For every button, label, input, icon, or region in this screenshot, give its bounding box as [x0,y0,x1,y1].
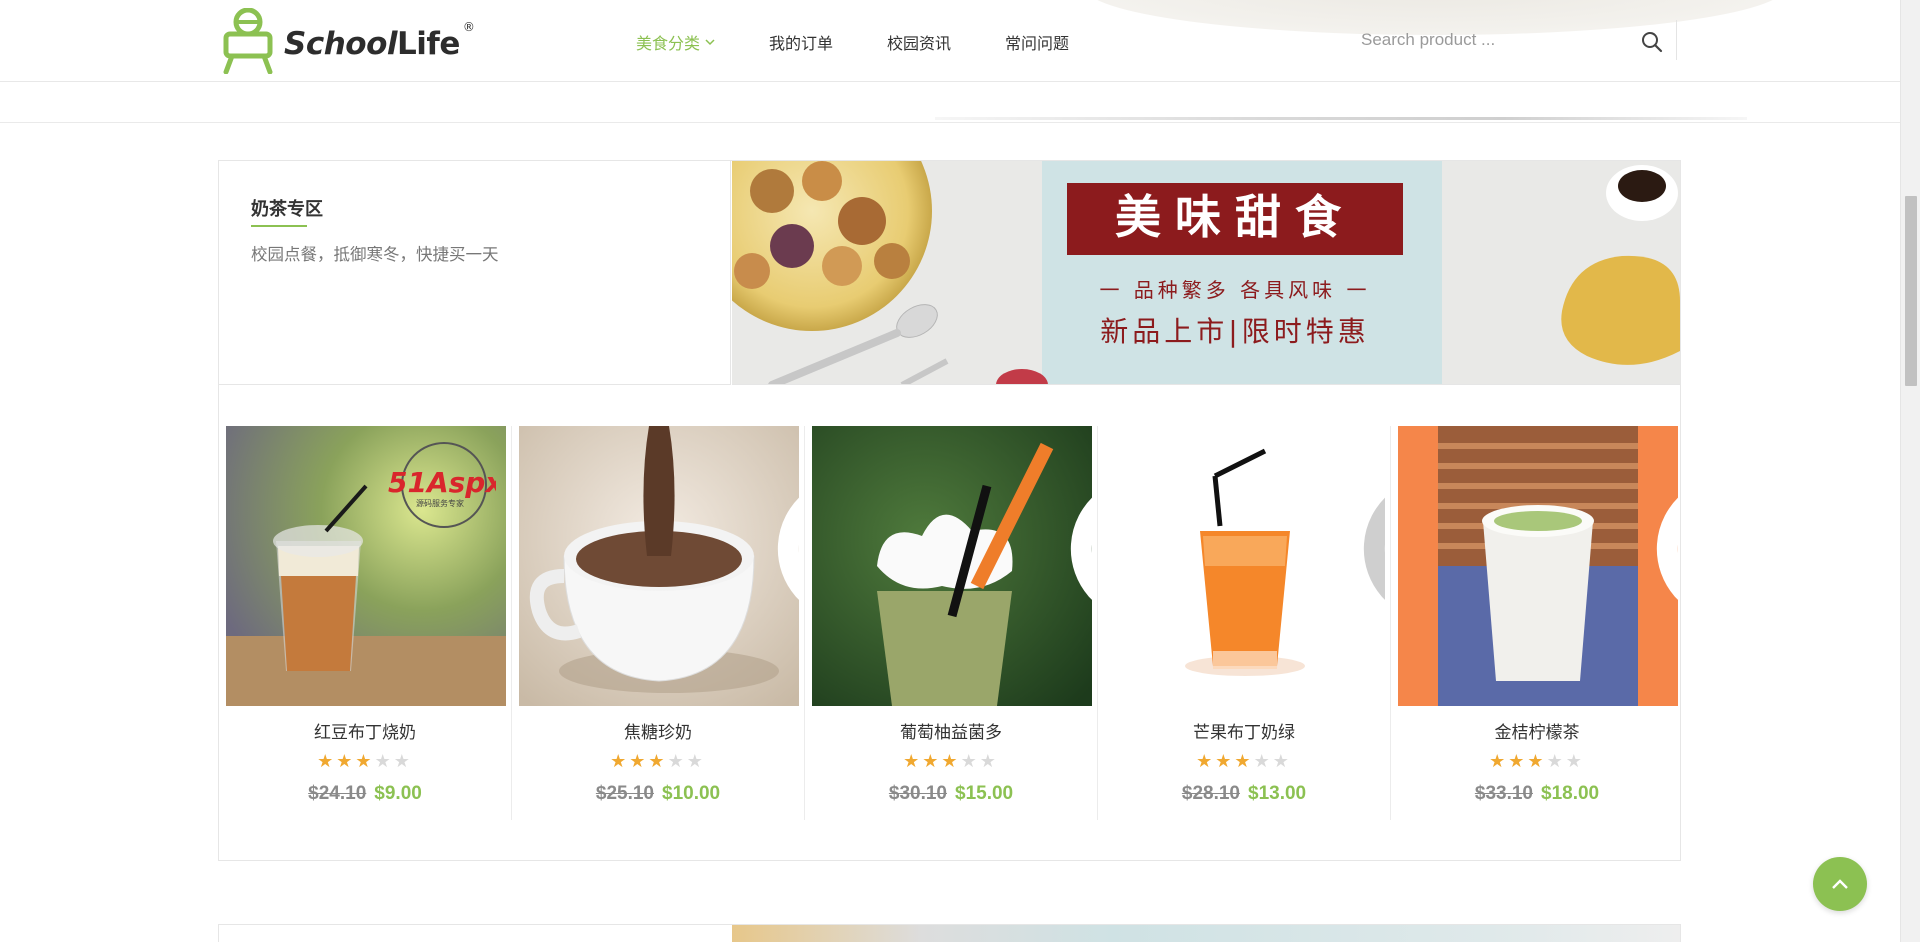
product-rating: ★★★★★ [805,751,1097,772]
star-icon: ★ [1253,751,1273,772]
heart-icon[interactable] [757,438,799,600]
page: SchoolLife ® 美食分类 我的订单 校园资讯 常问问题 奶茶专区 [0,0,1900,942]
product-card[interactable]: 金桔柠檬茶 ★★★★★ $33.10 $18.00 [1391,426,1683,820]
nav-item-faq[interactable]: 常问问题 [1005,30,1069,54]
chevron-down-icon [705,36,715,49]
nav-item-campus-news[interactable]: 校园资讯 [887,30,951,54]
chevron-up-icon [1831,875,1849,894]
sale-price: $15.00 [955,783,1014,804]
product-name[interactable]: 葡萄柚益菌多 [805,718,1097,743]
main-nav: 美食分类 我的订单 校园资讯 常问问题 [636,30,1123,54]
site-logo[interactable]: SchoolLife ® [218,8,475,74]
product-card[interactable]: 葡萄柚益菌多 ★★★★★ $30.10 $15.00 [805,426,1098,820]
star-icon: ★ [979,751,999,772]
svg-text:美味甜食: 美味甜食 [1115,190,1355,244]
product-rating: ★★★★★ [1391,751,1683,772]
sale-price: $10.00 [662,783,721,804]
star-icon: ★ [1272,751,1292,772]
banner-image: 美味甜食 一 品种繁多 各具风味 一 新品上市|限时特惠 [732,161,1680,384]
product-rating: ★★★★★ [512,751,804,772]
original-price: $25.10 [595,783,654,804]
product-price: $25.10 $10.00 [512,783,804,805]
product-name[interactable]: 芒果布丁奶绿 [1098,718,1390,743]
product-image[interactable] [812,426,1092,706]
scrollbar-thumb[interactable] [1905,196,1917,386]
sale-price: $13.00 [1248,783,1307,804]
nav-item-label: 美食分类 [636,34,701,53]
product-price: $33.10 $18.00 [1391,783,1683,805]
search-box [1349,20,1677,60]
svg-text:一 品种繁多 各具风味 一: 一 品种繁多 各具风味 一 [1099,278,1370,302]
logo-wordmark: SchoolLife [284,26,460,62]
star-icon: ★ [1527,751,1547,772]
heart-icon[interactable] [1050,438,1092,600]
search-icon[interactable] [1640,30,1664,54]
registered-mark: ® [462,20,475,34]
product-name[interactable]: 金桔柠檬茶 [1391,718,1683,743]
category-section-milk-tea: 奶茶专区 校园点餐，抵御寒冬，快捷买一天 美味甜食 一 品种繁多 各具风味 一 … [218,160,1681,861]
product-rating: ★★★★★ [219,751,511,772]
product-grid: 51Aspx 源码服务专家 红豆布丁烧奶 ★★★★★ $24.10$9.00 [219,386,1680,860]
star-icon: ★ [648,751,668,772]
star-icon: ★ [1196,751,1216,772]
next-category-section [218,924,1681,942]
site-header: SchoolLife ® 美食分类 我的订单 校园资讯 常问问题 [0,0,1900,82]
product-name[interactable]: 红豆布丁烧奶 [219,718,511,743]
star-icon: ★ [941,751,961,772]
product-price: $30.10 $15.00 [805,783,1097,805]
original-price: $30.10 [888,783,947,804]
nav-item-food-categories[interactable]: 美食分类 [636,30,715,54]
search-input[interactable] [1349,30,1609,50]
star-icon: ★ [1215,751,1235,772]
star-icon: ★ [317,751,337,772]
product-card[interactable]: 芒果布丁奶绿 ★★★★★ $28.10 $13.00 [1098,426,1391,820]
star-icon: ★ [629,751,649,772]
star-icon: ★ [610,751,630,772]
product-card[interactable]: 焦糖珍奶 ★★★★★ $25.10 $10.00 [512,426,805,820]
product-card[interactable]: 51Aspx 源码服务专家 红豆布丁烧奶 ★★★★★ $24.10 $9.00 [219,426,512,820]
product-price: $28.10 $13.00 [1098,783,1390,805]
svg-text:新品上市|限时特惠: 新品上市|限时特惠 [1100,315,1369,348]
product-image[interactable] [226,426,506,706]
star-icon: ★ [903,751,923,772]
product-price: $24.10 $9.00 [219,783,511,805]
star-icon: ★ [1546,751,1566,772]
hero-strip [0,83,1900,123]
original-price: $24.10 [308,783,367,804]
heart-icon[interactable] [1636,438,1678,600]
sale-price: $9.00 [374,783,422,804]
star-icon: ★ [1234,751,1254,772]
original-price: $33.10 [1474,783,1533,804]
section-subtitle: 校园点餐，抵御寒冬，快捷买一天 [251,245,499,264]
section-header: 奶茶专区 校园点餐，抵御寒冬，快捷买一天 [219,161,731,385]
title-underline [251,225,307,227]
star-icon: ★ [355,751,375,772]
star-icon: ★ [1565,751,1585,772]
nav-item-my-orders[interactable]: 我的订单 [769,30,833,54]
product-name[interactable]: 焦糖珍奶 [512,718,804,743]
star-icon: ★ [667,751,687,772]
star-icon: ★ [1489,751,1509,772]
section-title: 奶茶专区 [251,199,323,220]
sale-price: $18.00 [1541,783,1600,804]
star-icon: ★ [922,751,942,772]
promo-banner[interactable]: 美味甜食 一 品种繁多 各具风味 一 新品上市|限时特惠 [732,161,1680,385]
product-image[interactable] [1105,426,1385,706]
heart-icon[interactable] [1343,438,1385,600]
star-icon: ★ [686,751,706,772]
back-to-top-button[interactable] [1813,857,1867,911]
star-icon: ★ [374,751,394,772]
product-rating: ★★★★★ [1098,751,1390,772]
logo-mascot-icon [223,8,273,74]
page-scrollbar[interactable] [1900,0,1920,942]
star-icon: ★ [393,751,413,772]
original-price: $28.10 [1181,783,1240,804]
star-icon: ★ [960,751,980,772]
product-image[interactable] [519,426,799,706]
star-icon: ★ [1508,751,1528,772]
star-icon: ★ [336,751,356,772]
product-image[interactable] [1398,426,1678,706]
